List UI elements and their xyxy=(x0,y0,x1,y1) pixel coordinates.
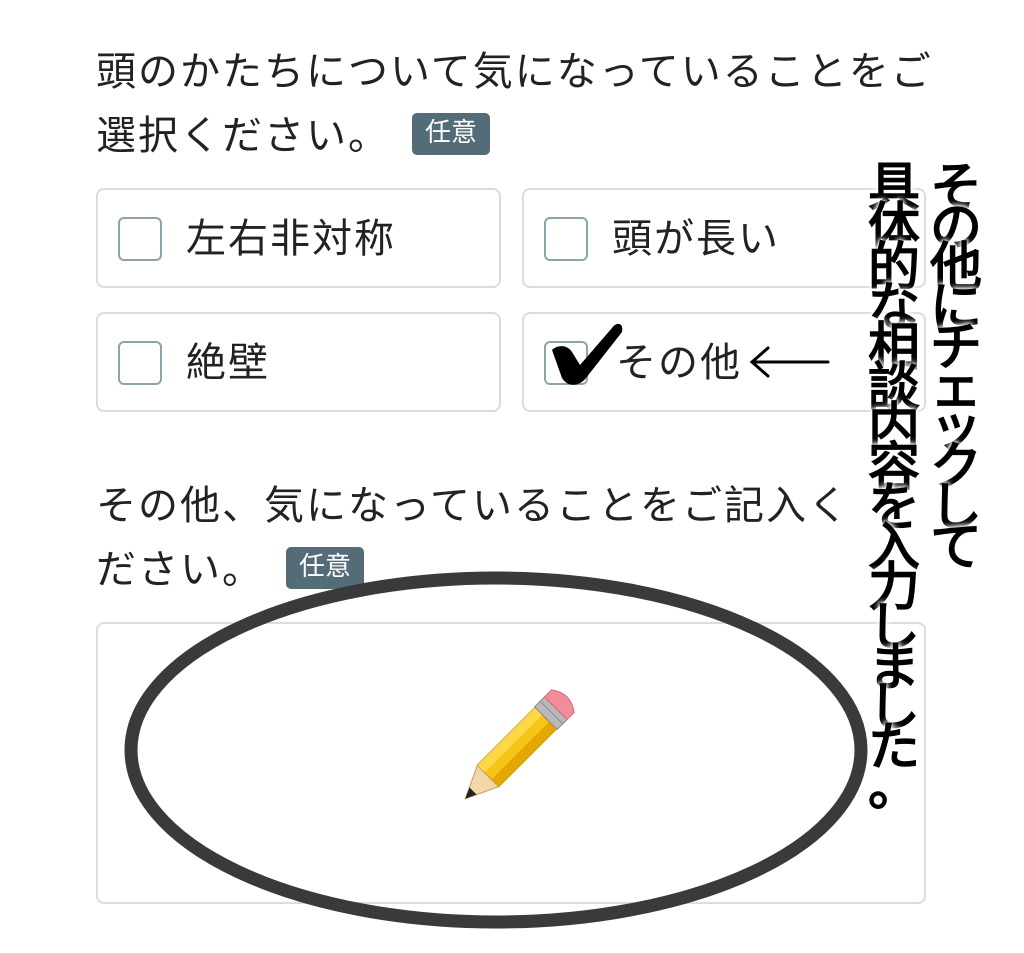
option-asymmetry[interactable]: 左右非対称 xyxy=(96,188,501,288)
option-other-label: その他 xyxy=(616,340,742,386)
option-long-head-label: 頭が長い xyxy=(612,216,780,262)
checkbox-long-head[interactable] xyxy=(544,217,588,261)
option-flat-back[interactable]: 絶壁 xyxy=(96,312,501,412)
annotation-char: 。 xyxy=(867,758,920,818)
annotation-note-line2: 具体的な相談内容を入力しました。 xyxy=(862,162,926,818)
checkbox-other[interactable] xyxy=(544,341,588,385)
option-flat-back-label: 絶壁 xyxy=(186,340,270,386)
checkbox-flat-back[interactable] xyxy=(118,341,162,385)
survey-form: 頭のかたちについて気になっていることをご選択ください。 任意 左右非対称 頭が長い… xyxy=(0,0,1024,953)
question-head-shape: 頭のかたちについて気になっていることをご選択ください。 任意 xyxy=(96,40,936,168)
optional-badge: 任意 xyxy=(412,113,491,155)
annotation-note-line1: その他にチェックして xyxy=(924,162,988,578)
checkbox-asymmetry[interactable] xyxy=(118,217,162,261)
option-asymmetry-label: 左右非対称 xyxy=(186,216,396,262)
question-other-details: その他、気になっていることをご記入ください。 任意 xyxy=(96,474,886,602)
question-head-shape-text: 頭のかたちについて気になっていることをご選択ください。 xyxy=(96,49,933,159)
question-other-details-text: その他、気になっていることをご記入ください。 xyxy=(96,483,850,593)
annotation-char: て xyxy=(929,518,982,578)
other-details-textarea[interactable] xyxy=(96,622,926,904)
optional-badge: 任意 xyxy=(286,547,365,589)
